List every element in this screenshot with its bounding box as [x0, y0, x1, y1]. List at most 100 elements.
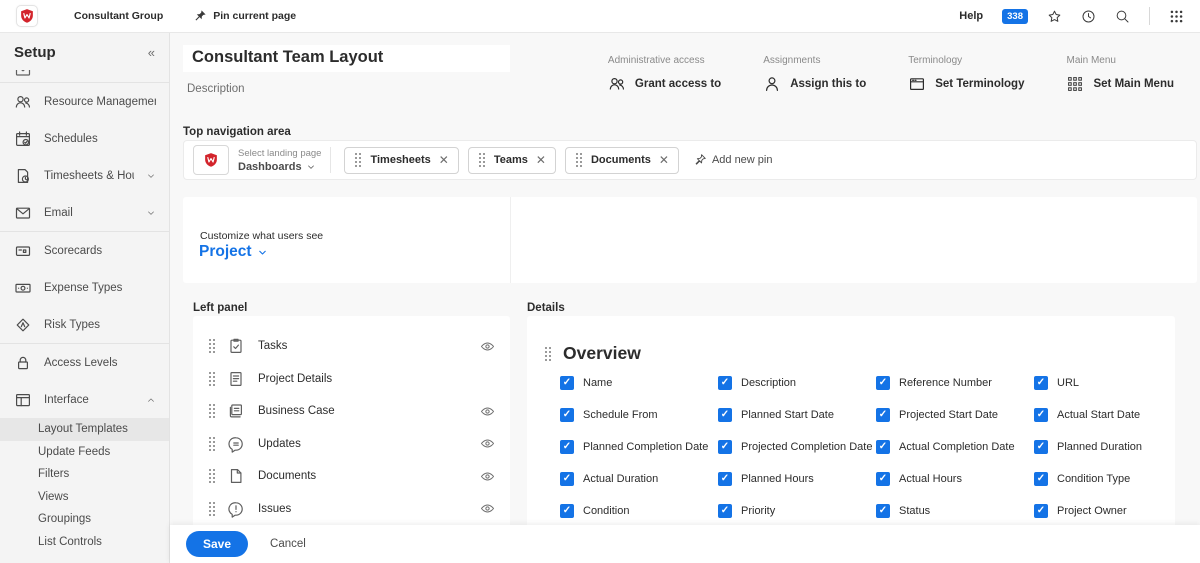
field-actual-hours[interactable]: ✓ Actual Hours: [876, 472, 1034, 486]
pin-chip-timesheets[interactable]: Timesheets ✕: [344, 146, 459, 174]
field-planned-start-date[interactable]: ✓ Planned Start Date: [718, 408, 876, 422]
field-planned-hours[interactable]: ✓ Planned Hours: [718, 472, 876, 486]
eye-icon[interactable]: [480, 404, 495, 419]
checkbox-checked[interactable]: ✓: [718, 408, 732, 422]
drag-handle-icon[interactable]: [208, 403, 216, 419]
drag-handle-icon[interactable]: [208, 468, 216, 484]
drag-handle-icon[interactable]: [208, 338, 216, 354]
close-icon[interactable]: ✕: [659, 154, 669, 166]
workfront-logo-icon[interactable]: [16, 5, 38, 27]
checkbox-checked[interactable]: ✓: [718, 376, 732, 390]
sidebar-item-risk-types[interactable]: Risk Types: [0, 306, 169, 343]
close-icon[interactable]: ✕: [439, 154, 449, 166]
checkbox-checked[interactable]: ✓: [560, 440, 574, 454]
search-icon[interactable]: [1115, 9, 1130, 24]
sidebar-item-resource-management[interactable]: Resource Management: [0, 83, 169, 120]
checkbox-checked[interactable]: ✓: [1034, 376, 1048, 390]
sidebar-collapse-button[interactable]: «: [148, 45, 155, 60]
field-priority[interactable]: ✓ Priority: [718, 504, 876, 518]
field-actual-start-date[interactable]: ✓ Actual Start Date: [1034, 408, 1175, 422]
field-planned-duration[interactable]: ✓ Planned Duration: [1034, 440, 1175, 454]
checkbox-checked[interactable]: ✓: [876, 376, 890, 390]
checkbox-checked[interactable]: ✓: [1034, 472, 1048, 486]
field-projected-start-date[interactable]: ✓ Projected Start Date: [876, 408, 1034, 422]
pin-chip-documents[interactable]: Documents ✕: [564, 146, 679, 174]
checkbox-checked[interactable]: ✓: [560, 504, 574, 518]
eye-icon[interactable]: [480, 339, 495, 354]
drag-handle-icon[interactable]: [208, 371, 216, 387]
description-input[interactable]: Description: [187, 83, 245, 95]
field-reference-number[interactable]: ✓ Reference Number: [876, 376, 1034, 390]
field-project-owner[interactable]: ✓ Project Owner: [1034, 504, 1175, 518]
eye-icon[interactable]: [480, 469, 495, 484]
checkbox-checked[interactable]: ✓: [718, 504, 732, 518]
checkbox-checked[interactable]: ✓: [876, 440, 890, 454]
action-set-main-menu-button[interactable]: Set Main Menu: [1066, 75, 1174, 93]
checkbox-checked[interactable]: ✓: [1034, 504, 1048, 518]
left-panel-item-issues[interactable]: Issues: [193, 493, 510, 526]
left-panel-item-tasks[interactable]: Tasks: [193, 330, 510, 363]
sidebar-subitem-filters[interactable]: Filters: [0, 463, 169, 486]
checkbox-checked[interactable]: ✓: [1034, 408, 1048, 422]
sidebar-item-access-levels[interactable]: Access Levels: [0, 344, 169, 381]
left-panel-item-updates[interactable]: Updates: [193, 428, 510, 461]
add-new-pin-button[interactable]: Add new pin: [693, 153, 772, 167]
action-grant-access-to-button[interactable]: Grant access to: [608, 75, 721, 93]
left-panel-item-project-details[interactable]: Project Details: [193, 363, 510, 396]
close-icon[interactable]: ✕: [536, 154, 546, 166]
app-grid-icon[interactable]: [1169, 9, 1184, 24]
sidebar-item-interface[interactable]: Interface: [0, 381, 169, 418]
checkbox-checked[interactable]: ✓: [560, 472, 574, 486]
pin-current-page-button[interactable]: Pin current page: [193, 9, 296, 23]
save-button[interactable]: Save: [186, 531, 249, 557]
eye-icon[interactable]: [480, 501, 495, 516]
checkbox-checked[interactable]: ✓: [876, 472, 890, 486]
sidebar-item-scorecards[interactable]: Scorecards: [0, 232, 169, 269]
drag-handle-icon[interactable]: [208, 436, 216, 452]
star-icon[interactable]: [1047, 9, 1062, 24]
object-type-dropdown[interactable]: Project: [199, 243, 268, 261]
sidebar-subitem-update-feeds[interactable]: Update Feeds: [0, 441, 169, 464]
history-icon[interactable]: [1081, 9, 1096, 24]
left-panel-item-documents[interactable]: Documents: [193, 460, 510, 493]
field-schedule-from[interactable]: ✓ Schedule From: [560, 408, 718, 422]
layout-name-input[interactable]: Consultant Team Layout: [183, 45, 510, 72]
field-projected-completion-date[interactable]: ✓ Projected Completion Date: [718, 440, 876, 454]
action-assign-this-to-button[interactable]: Assign this to: [763, 75, 866, 93]
eye-icon[interactable]: [480, 436, 495, 451]
field-condition[interactable]: ✓ Condition: [560, 504, 718, 518]
field-status[interactable]: ✓ Status: [876, 504, 1034, 518]
sidebar-item-partial[interactable]: [0, 70, 169, 82]
field-name[interactable]: ✓ Name: [560, 376, 718, 390]
sidebar-subitem-layout-templates[interactable]: Layout Templates: [0, 418, 169, 441]
sidebar-item-email[interactable]: Email: [0, 194, 169, 231]
left-panel-item-business-case[interactable]: Business Case: [193, 395, 510, 428]
pin-chip-teams[interactable]: Teams ✕: [467, 146, 556, 174]
field-actual-completion-date[interactable]: ✓ Actual Completion Date: [876, 440, 1034, 454]
checkbox-checked[interactable]: ✓: [876, 408, 890, 422]
field-condition-type[interactable]: ✓ Condition Type: [1034, 472, 1175, 486]
sidebar-item-schedules[interactable]: Schedules: [0, 120, 169, 157]
checkbox-checked[interactable]: ✓: [718, 472, 732, 486]
action-set-terminology-button[interactable]: Set Terminology: [908, 75, 1024, 93]
help-link[interactable]: Help: [959, 10, 983, 22]
checkbox-checked[interactable]: ✓: [1034, 440, 1048, 454]
landing-page-selector[interactable]: Select landing page Dashboards: [193, 145, 321, 175]
checkbox-checked[interactable]: ✓: [560, 408, 574, 422]
checkbox-checked[interactable]: ✓: [718, 440, 732, 454]
sidebar-item-expense-types[interactable]: Expense Types: [0, 269, 169, 306]
notification-badge[interactable]: 338: [1002, 8, 1028, 24]
checkbox-checked[interactable]: ✓: [876, 504, 890, 518]
drag-handle-icon[interactable]: [544, 346, 552, 362]
field-actual-duration[interactable]: ✓ Actual Duration: [560, 472, 718, 486]
checkbox-checked[interactable]: ✓: [560, 376, 574, 390]
sidebar-subitem-views[interactable]: Views: [0, 486, 169, 509]
sidebar-item-timesheets-hours[interactable]: Timesheets & Hours: [0, 157, 169, 194]
cancel-button[interactable]: Cancel: [270, 538, 306, 550]
drag-handle-icon[interactable]: [208, 501, 216, 517]
field-url[interactable]: ✓ URL: [1034, 376, 1175, 390]
sidebar-subitem-groupings[interactable]: Groupings: [0, 508, 169, 531]
field-planned-completion-date[interactable]: ✓ Planned Completion Date: [560, 440, 718, 454]
sidebar-subitem-list-controls[interactable]: List Controls: [0, 531, 169, 554]
field-description[interactable]: ✓ Description: [718, 376, 876, 390]
